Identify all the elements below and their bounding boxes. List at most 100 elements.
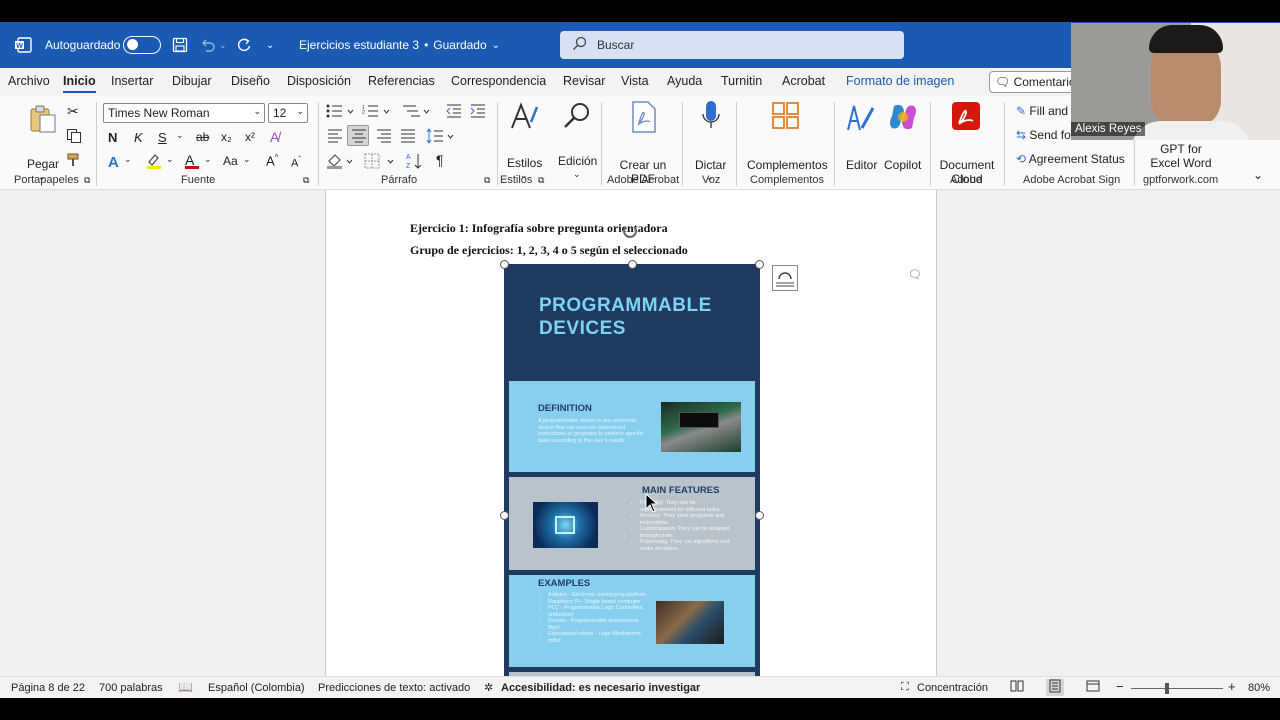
resize-handle[interactable]	[500, 260, 509, 269]
bullets-icon[interactable]	[326, 104, 354, 121]
cut-icon[interactable]: ✂	[67, 103, 79, 120]
align-left-icon[interactable]	[327, 129, 343, 146]
grow-font-button[interactable]: A^	[266, 153, 278, 168]
tab-archivo[interactable]: Archivo	[8, 74, 50, 88]
infographic-image[interactable]: PROGRAMMABLE DEVICES DEFINITION A progra…	[504, 264, 760, 676]
resize-handle[interactable]	[755, 511, 764, 520]
superscript-button[interactable]: x²	[245, 130, 255, 144]
tab-vista[interactable]: Vista	[621, 74, 649, 88]
change-case-button[interactable]: Aa	[223, 154, 238, 168]
document-line-2[interactable]: Grupo de ejercicios: 1, 2, 3, 4 o 5 segú…	[410, 243, 688, 258]
subscript-button[interactable]: x₂	[221, 130, 232, 144]
copy-icon[interactable]	[66, 128, 82, 147]
tab-dibujar[interactable]: Dibujar	[172, 74, 212, 88]
document-title[interactable]: Ejercicios estudiante 3 • Guardado ⌄	[299, 22, 500, 68]
document-cloud-icon[interactable]	[952, 102, 980, 133]
numbering-icon[interactable]: 12	[362, 104, 390, 121]
zoom-level[interactable]: 80%	[1248, 682, 1270, 694]
read-mode-icon[interactable]	[1010, 680, 1024, 695]
tab-formato-imagen[interactable]: Formato de imagen	[846, 74, 954, 88]
create-pdf-icon[interactable]	[630, 101, 658, 136]
page-count[interactable]: Página 8 de 22	[11, 682, 85, 694]
layout-options-icon[interactable]	[772, 265, 798, 291]
web-layout-icon[interactable]	[1086, 680, 1100, 695]
copilot-icon[interactable]	[888, 102, 918, 135]
font-name-select[interactable]: Times New Roman ⌄	[103, 103, 265, 123]
highlight-icon[interactable]	[145, 152, 163, 173]
document-page[interactable]: Ejercicio 1: Infografía sobre pregunta o…	[325, 190, 937, 676]
align-right-icon[interactable]	[376, 129, 392, 146]
editor-label[interactable]: Editor	[846, 158, 877, 172]
styles-launcher-icon[interactable]: ⧉	[538, 175, 544, 186]
editor-icon[interactable]	[846, 102, 876, 135]
underline-button[interactable]: S	[158, 130, 167, 145]
search-box[interactable]: Buscar	[560, 31, 904, 59]
change-case-dropdown-icon[interactable]: ⌄	[243, 154, 251, 165]
paste-icon[interactable]	[28, 104, 58, 137]
tab-correspondencia[interactable]: Correspondencia	[451, 74, 546, 88]
tab-inicio[interactable]: Inicio	[63, 74, 96, 93]
undo-dropdown-icon[interactable]: ⌄	[219, 22, 227, 68]
bold-button[interactable]: N	[108, 130, 117, 145]
tab-disposicion[interactable]: Disposición	[287, 74, 351, 88]
zoom-in-button[interactable]: +	[1228, 679, 1236, 694]
edition-label[interactable]: Edición	[558, 154, 597, 168]
format-painter-icon[interactable]	[66, 152, 82, 171]
word-count[interactable]: 700 palabras	[99, 682, 163, 694]
tab-referencias[interactable]: Referencias	[368, 74, 435, 88]
comments-button[interactable]: 🗨 Comentario	[989, 71, 1079, 93]
tab-diseno[interactable]: Diseño	[231, 74, 270, 88]
dictate-label[interactable]: Dictar	[695, 158, 726, 172]
tab-acrobat[interactable]: Acrobat	[782, 74, 825, 88]
styles-label[interactable]: Estilos	[507, 156, 542, 170]
styles-icon[interactable]	[509, 102, 539, 135]
find-icon[interactable]	[561, 101, 593, 136]
accessibility-icon[interactable]: ✲	[484, 681, 493, 694]
decrease-indent-icon[interactable]	[446, 104, 462, 121]
zoom-slider-thumb[interactable]	[1165, 683, 1169, 694]
tab-insertar[interactable]: Insertar	[111, 74, 153, 88]
edition-dropdown-icon[interactable]: ⌄	[573, 169, 581, 180]
undo-icon[interactable]	[200, 22, 216, 68]
addins-icon[interactable]	[772, 102, 800, 133]
text-effects-dropdown-icon[interactable]: ⌄	[124, 154, 132, 165]
zoom-slider[interactable]	[1131, 683, 1223, 694]
multilevel-list-icon[interactable]	[402, 104, 430, 121]
print-layout-icon[interactable]	[1046, 679, 1064, 696]
resize-handle[interactable]	[755, 260, 764, 269]
rotate-handle-icon[interactable]	[623, 224, 637, 238]
addins-label[interactable]: Complementos	[747, 158, 828, 172]
resize-handle[interactable]	[628, 260, 637, 269]
accessibility-status[interactable]: Accesibilidad: es necesario investigar	[501, 682, 700, 694]
line-spacing-icon[interactable]	[426, 128, 454, 147]
text-predictions-status[interactable]: Predicciones de texto: activado	[318, 682, 470, 694]
focus-icon[interactable]: ⛶	[901, 681, 909, 694]
font-color-dropdown-icon[interactable]: ⌄	[204, 154, 212, 165]
proofing-icon[interactable]: 📖	[178, 680, 193, 694]
justify-icon[interactable]	[400, 129, 416, 146]
italic-button[interactable]: K	[134, 130, 143, 145]
align-center-icon[interactable]	[347, 125, 369, 146]
strikethrough-button[interactable]: ab	[196, 130, 209, 144]
word-logo-icon[interactable]: W	[14, 22, 32, 68]
font-launcher-icon[interactable]: ⧉	[303, 175, 309, 186]
tab-ayuda[interactable]: Ayuda	[667, 74, 702, 88]
document-area[interactable]: Ejercicio 1: Infografía sobre pregunta o…	[0, 190, 1280, 676]
autosave-toggle[interactable]	[123, 22, 161, 68]
microphone-icon[interactable]	[701, 100, 721, 137]
customize-toolbar-icon[interactable]: ⌄	[266, 22, 274, 68]
comment-marker-icon[interactable]: 🗨	[908, 268, 922, 281]
tab-turnitin[interactable]: Turnitin	[721, 74, 762, 88]
ribbon-collapse-icon[interactable]: ⌄	[1253, 168, 1263, 182]
underline-dropdown-icon[interactable]: ⌄	[176, 130, 184, 141]
redo-icon[interactable]	[236, 22, 252, 68]
save-icon[interactable]	[172, 22, 188, 68]
tab-revisar[interactable]: Revisar	[563, 74, 605, 88]
sort-icon[interactable]: AZ	[406, 152, 424, 173]
paste-label[interactable]: Pegar	[27, 157, 59, 171]
zoom-out-button[interactable]: −	[1116, 679, 1124, 694]
shading-icon[interactable]	[326, 153, 354, 172]
agreement-status-button[interactable]: ⟲ Agreement Status	[1016, 152, 1125, 166]
text-effects-icon[interactable]: A	[108, 154, 119, 171]
fill-sign-button[interactable]: ✎ Fill and	[1016, 104, 1068, 118]
